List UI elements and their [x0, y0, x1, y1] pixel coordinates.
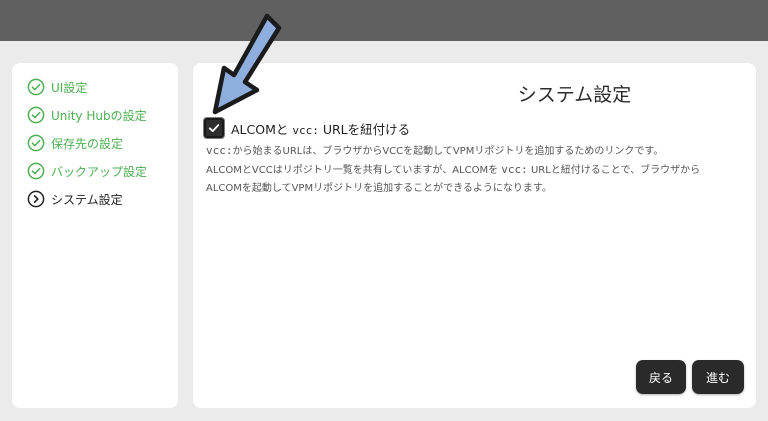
step-label: バックアップ設定: [51, 164, 148, 179]
vcc-url-checkbox-label[interactable]: ALCOMと vcc: URLを紐付ける: [231, 119, 410, 138]
setup-steps-sidebar: UI設定 Unity Hubの設定 保存先の設定 バックアップ設定 システム設定: [12, 63, 178, 408]
vcc-code: vcc:: [206, 144, 233, 157]
step-system-settings: システム設定: [27, 189, 123, 209]
next-button[interactable]: 進む: [692, 360, 744, 394]
back-button[interactable]: 戻る: [636, 360, 686, 394]
check-circle-icon: [27, 106, 45, 124]
step-label: システム設定: [51, 192, 123, 207]
description-line-1: vcc:から始まるURLは、ブラウザからVCCを起動してVPMリポジトリを追加す…: [206, 142, 746, 161]
step-unity-hub-settings: Unity Hubの設定: [27, 105, 147, 125]
check-circle-icon: [27, 134, 45, 152]
step-save-location-settings: 保存先の設定: [27, 133, 123, 153]
chevron-circle-icon: [27, 190, 45, 208]
label-text: URLを紐付ける: [318, 121, 411, 137]
step-ui-settings: UI設定: [27, 77, 87, 97]
vcc-url-description: vcc:から始まるURLは、ブラウザからVCCを起動してVPMリポジトリを追加す…: [206, 142, 746, 198]
vcc-url-option: ALCOMと vcc: URLを紐付ける: [204, 118, 410, 138]
label-text: ALCOMと: [231, 121, 293, 137]
description-text: から始まるURLは、ブラウザからVCCを起動してVPMリポジトリを追加するための…: [232, 146, 664, 157]
vcc-code: vcc:: [292, 123, 319, 137]
check-circle-icon: [27, 162, 45, 180]
checkmark-icon: [208, 124, 220, 132]
vcc-code: vcc:: [501, 163, 528, 176]
description-line-3: ALCOMを起動してVPMリポジトリを追加することができるようになります。: [206, 183, 552, 194]
check-circle-icon: [27, 78, 45, 96]
vcc-url-checkbox[interactable]: [204, 118, 224, 138]
description-text: URLと紐付けることで、ブラウザから: [527, 165, 701, 176]
step-label: Unity Hubの設定: [51, 108, 147, 123]
description-line-2: ALCOMとVCCはリポジトリ一覧を共有していますが、ALCOMを vcc: U…: [206, 161, 746, 180]
arrow-annotation-icon: [212, 13, 282, 115]
step-backup-settings: バックアップ設定: [27, 161, 147, 181]
step-label: 保存先の設定: [51, 136, 124, 151]
title-bar: [0, 0, 768, 41]
step-label: UI設定: [51, 80, 88, 95]
description-text: ALCOMとVCCはリポジトリ一覧を共有していますが、ALCOMを: [206, 165, 502, 176]
